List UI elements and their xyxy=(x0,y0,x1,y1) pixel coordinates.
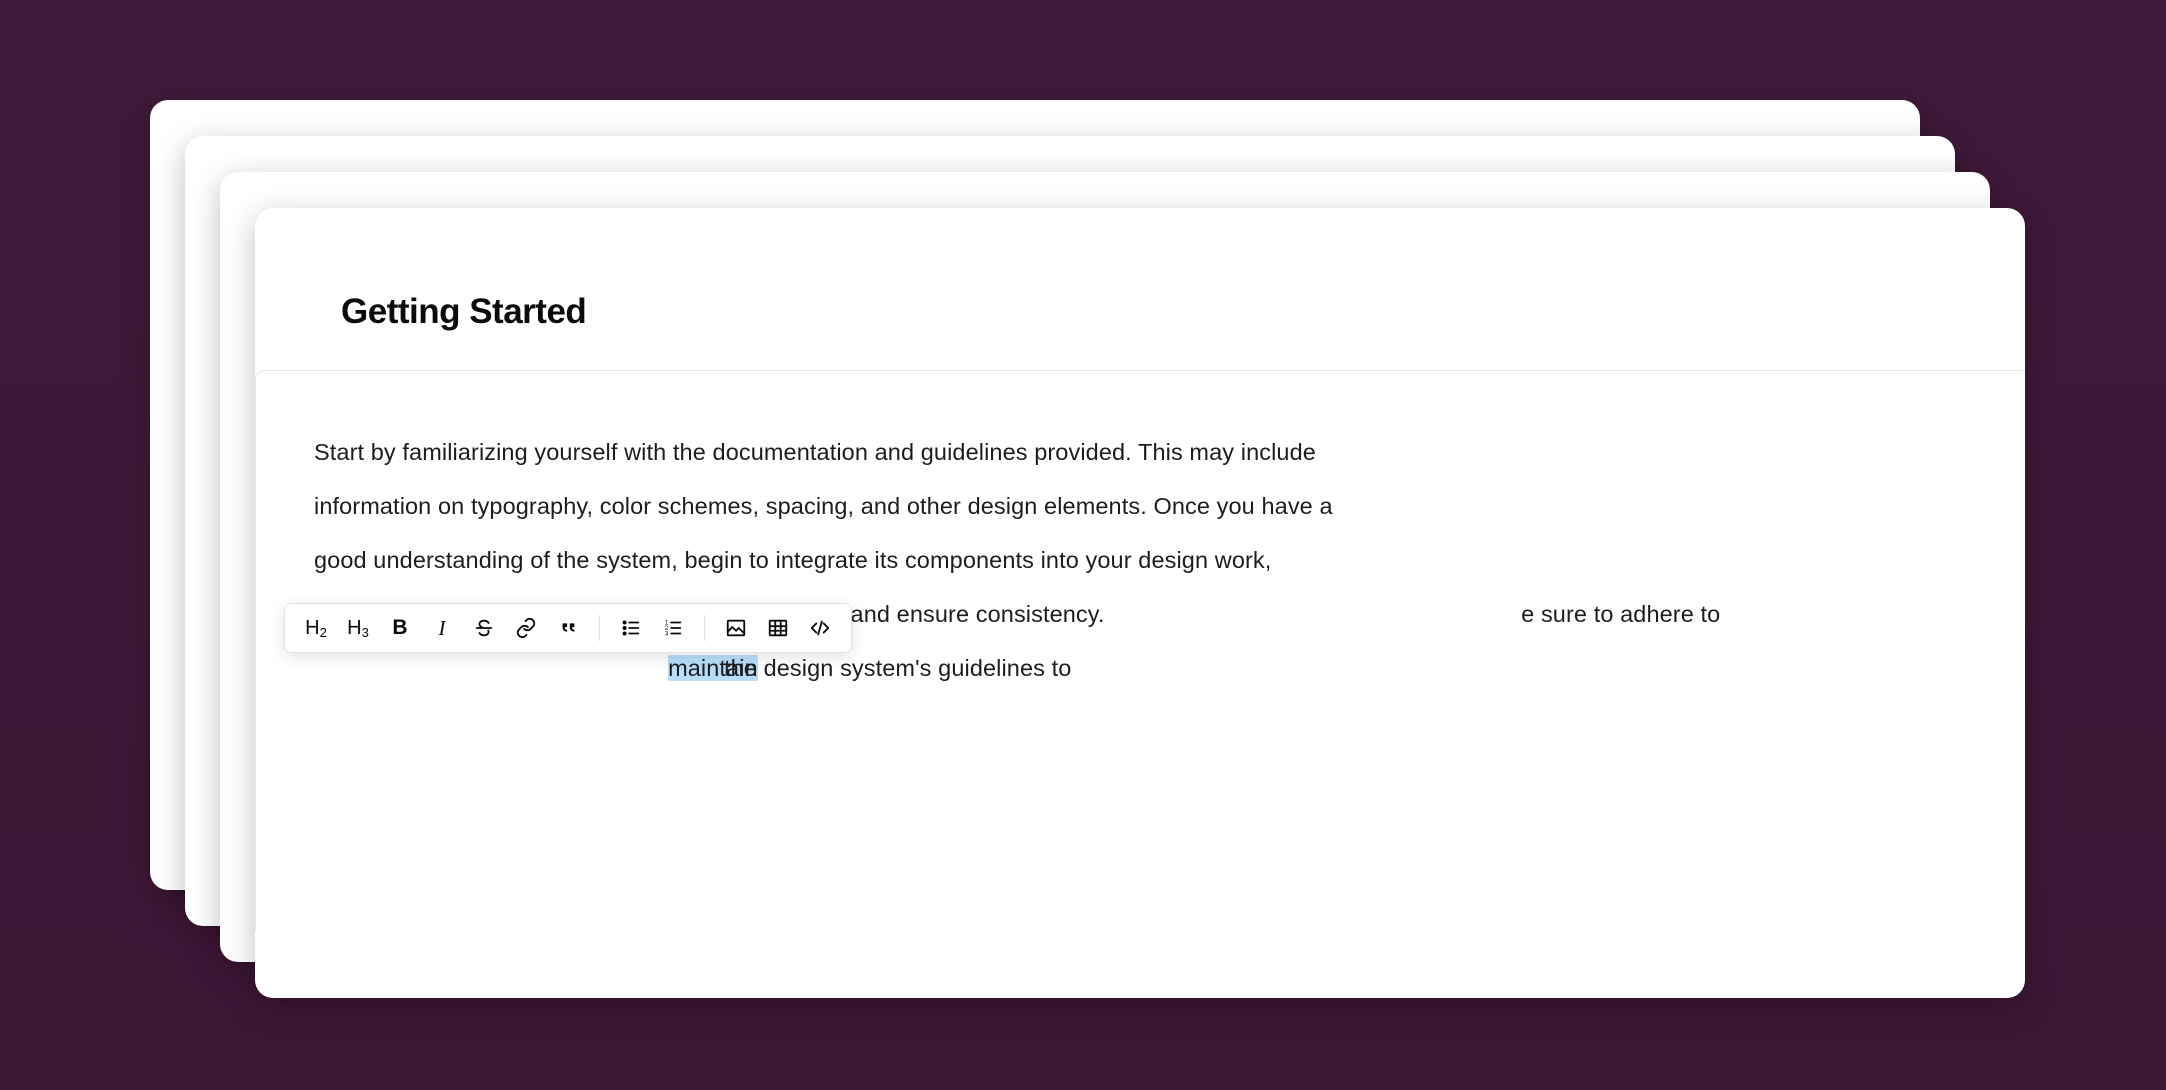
body-paragraph-1: Start by familiarizing yourself with the… xyxy=(314,439,1333,627)
numbered-list-icon: 123 xyxy=(662,617,684,639)
toolbar-divider xyxy=(599,615,600,641)
blockquote-button[interactable] xyxy=(547,607,589,649)
image-icon xyxy=(725,617,747,639)
bold-button[interactable]: B xyxy=(379,607,421,649)
editor-area[interactable]: Start by familiarizing yourself with the… xyxy=(255,370,2025,930)
svg-text:3: 3 xyxy=(665,630,669,637)
document-title: Getting Started xyxy=(255,208,2025,332)
link-icon xyxy=(515,617,537,639)
strikethrough-button[interactable] xyxy=(463,607,505,649)
table-icon xyxy=(767,617,789,639)
image-button[interactable] xyxy=(715,607,757,649)
code-block-button[interactable] xyxy=(799,607,841,649)
numbered-list-button[interactable]: 123 xyxy=(652,607,694,649)
italic-button[interactable]: I xyxy=(421,607,463,649)
bulleted-list-icon xyxy=(620,617,642,639)
heading-3-button[interactable]: H3 xyxy=(337,607,379,649)
heading-2-button[interactable]: H2 xyxy=(295,607,337,649)
toolbar-divider xyxy=(704,615,705,641)
formatting-toolbar: H2 H3 B I 123 xyxy=(284,603,852,653)
table-button[interactable] xyxy=(757,607,799,649)
document-stack: Getting Started Start by familiarizing y… xyxy=(150,100,2040,1030)
document-card: Getting Started Start by familiarizing y… xyxy=(255,208,2025,998)
bulleted-list-button[interactable] xyxy=(610,607,652,649)
strikethrough-icon xyxy=(473,617,495,639)
link-button[interactable] xyxy=(505,607,547,649)
quote-icon xyxy=(557,617,579,639)
document-body[interactable]: Start by familiarizing yourself with the… xyxy=(314,425,1334,695)
code-icon xyxy=(809,617,831,639)
